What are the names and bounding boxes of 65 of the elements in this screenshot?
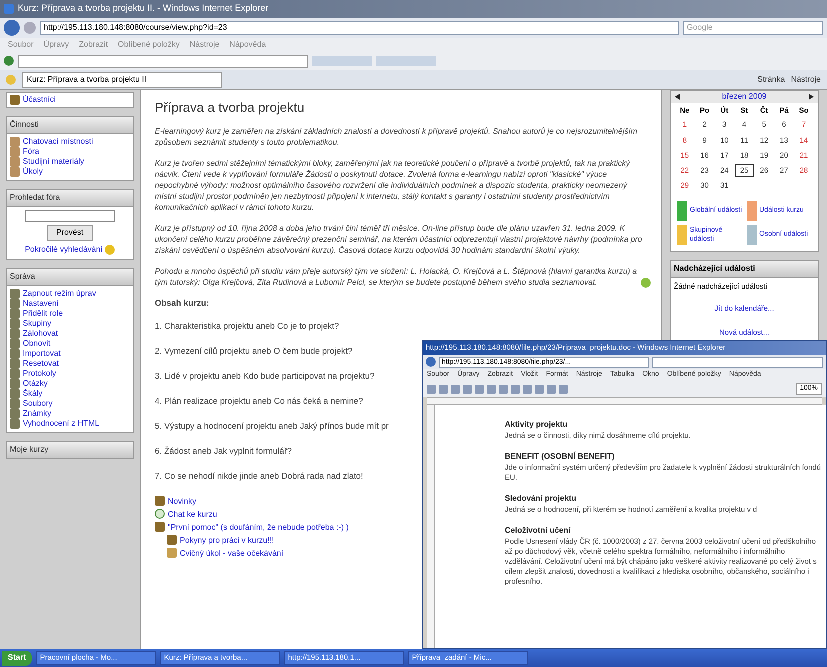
resource-link[interactable]: Chat ke kurzu xyxy=(168,508,218,520)
admin-link[interactable]: Obnovit xyxy=(23,339,51,349)
search-button[interactable]: Provést xyxy=(47,225,93,241)
calendar-month: březen 2009 xyxy=(722,91,767,103)
sidebar-link[interactable]: Chatovací místnosti xyxy=(23,137,94,147)
sidebar-block: Moje kurzy xyxy=(6,441,134,459)
back-button[interactable] xyxy=(4,20,20,36)
topic-link[interactable]: 7. Co se nehodí nikde jinde aneb Dobrá rada nad zlato! xyxy=(155,470,364,482)
toolbar-icon[interactable] xyxy=(4,56,14,66)
next-month-arrow-icon[interactable] xyxy=(808,94,814,100)
block-header: Činnosti xyxy=(7,117,133,134)
resource-link[interactable]: "První pomoc" (s doufáním, že nebude potřeba :-) ) xyxy=(168,522,349,532)
block-header: Správa xyxy=(7,269,133,286)
section-heading: Celoživotní učení xyxy=(505,525,572,537)
admin-link[interactable]: Zapnout režim úprav xyxy=(23,289,96,299)
section-heading: Aktivity projektu xyxy=(505,419,569,431)
browser-icon xyxy=(4,4,14,14)
contents-heading: Obsah kurzu: xyxy=(155,298,210,308)
intro-paragraph: E-learningový kurz je zaměřen na získání základních znalostí a dovedností k přípravě projektů. Snahou autorů je co nejsrozumitelnějším způsobem seznámit studenty s touto problematikou. xyxy=(155,126,638,148)
start-button[interactable]: Start xyxy=(2,650,32,666)
intro-paragraph: Kurz je přístupný od 10. října 2008 a doba jeho trvání činí téměř tři měsíce. On-line přístup bude dle plánu uzavřen 31. ledna 2009. K ukončení celého kurzu proběhne závěrečný prezenční seminář, na kterém účastníci odprezentují vlastní projektové návrhy (podmínka pro získání osvědčení o úspěšném absolvování kurzu). Časová dotace kurzu odpovídá 30 hodinám standardní školní výuky. xyxy=(155,222,644,256)
admin-link[interactable]: Nastavení xyxy=(23,299,60,309)
admin-link[interactable]: Škály xyxy=(23,389,43,399)
course-title: Příprava a tvorba projektu xyxy=(155,99,306,117)
admin-link[interactable]: Přidělit role xyxy=(23,309,64,319)
admin-link[interactable]: Zálohovat xyxy=(23,329,58,339)
search-field[interactable] xyxy=(652,356,823,368)
topic-link[interactable]: 4. Plán realizace projektu aneb Co nás čeká a nemine? xyxy=(155,396,364,406)
admin-link[interactable]: Resetovat xyxy=(23,359,60,369)
address-field[interactable]: http://195.113.180.148:8080/course/view.php?id=23 xyxy=(40,21,679,35)
resource-link[interactable]: Pokyny pro práci v kurzu!!! xyxy=(180,534,274,546)
topic-link[interactable]: 6. Žádost aneb Jak vyplnit formulář? xyxy=(155,446,292,456)
intro-paragraph: Pohodu a mnoho úspěchů při studiu vám přeje autorský tým ve složení: L. Holacká, O. Krejčová a L. Štěpnová (hlavní garantka kurzu) a tým tutorský: Olga Krejčová, Zita Rudinová a Lubomír Pelcl, se kterým se budete postupně během svého studia seznamovat. xyxy=(155,266,638,288)
topic-link[interactable]: 1. Charakteristika projektu aneb Co je to projekt? xyxy=(155,320,340,332)
search-field[interactable] xyxy=(25,210,115,222)
sidebar-link[interactable]: Úkoly xyxy=(23,167,44,177)
command-bar-button[interactable]: Nástroje xyxy=(791,74,821,86)
toolbar-field[interactable] xyxy=(18,54,308,68)
topic-link[interactable]: 2. Vymezení cílů projektu aneb O čem bude projekt? xyxy=(155,346,353,356)
topic-link[interactable]: 5. Výstupy a hodnocení projektu aneb Jaký přínos bude mít pr xyxy=(155,420,389,432)
admin-link[interactable]: Otázky xyxy=(23,379,48,389)
back-button[interactable] xyxy=(426,357,436,367)
forward-button[interactable] xyxy=(24,22,36,34)
admin-link[interactable]: Protokoly xyxy=(23,369,56,379)
advanced-search-link[interactable]: Pokročilé vyhledávání xyxy=(25,244,103,256)
admin-link[interactable]: Známky xyxy=(23,409,52,419)
sidebar-link[interactable]: Účastníci xyxy=(23,94,56,106)
window-title: Kurz: Příprava a tvorba projektu II. - Windows Internet Explorer xyxy=(18,2,269,16)
block-header: Nadcházející události xyxy=(671,260,818,278)
command-bar-button[interactable]: Stránka xyxy=(758,74,786,86)
admin-link[interactable]: Skupiny xyxy=(23,319,52,329)
admin-link[interactable]: Vyhodnocení z HTML xyxy=(23,419,100,429)
admin-link[interactable]: Soubory xyxy=(23,399,53,409)
block-header: Prohledat fóra xyxy=(7,190,133,207)
browser-tab[interactable]: Kurz: Příprava a tvorba projektu II xyxy=(22,72,222,88)
section-heading: Sledování projektu xyxy=(505,493,578,505)
topic-link[interactable]: 3. Lidé v projektu aneb Kdo bude participovat na projektu? xyxy=(155,370,375,382)
sidebar-link[interactable]: Studijní materiály xyxy=(23,157,84,167)
section-heading: BENEFIT (OSOBNÍ BENEFIT) xyxy=(505,451,616,463)
resource-link[interactable]: Cvičný úkol - vaše očekávání xyxy=(180,548,284,558)
previous-month-arrow-icon[interactable] xyxy=(675,94,680,100)
resource-link[interactable]: Novinky xyxy=(168,496,196,506)
sidebar-link[interactable]: Fóra xyxy=(23,147,40,157)
admin-link[interactable]: Importovat xyxy=(23,349,61,359)
intro-paragraph: Kurz je tvořen sedmi stěžejními tématickými bloky, zaměřenými jak na teoretické poučení o přípravě a tvorbě projektů, tak na praktický nácvik. Čtení vede k vyplňování formuláře Žádosti o poskytnutí dotace. Zvolená forma e-learningu nabízí oproti "klasické" výuce nepochybné výhody: možnost optimálního časového rozvržení dle individuálních podmínek a dispozic studenta, prakticky neomezený místní studijní prostor podmíněn jen nezbytností připojení k internetu, stálý kontakt s garanty i ostatními studenty prostřednictvím komunikačních aplikací v rámci tohoto kurzu. xyxy=(155,158,632,212)
